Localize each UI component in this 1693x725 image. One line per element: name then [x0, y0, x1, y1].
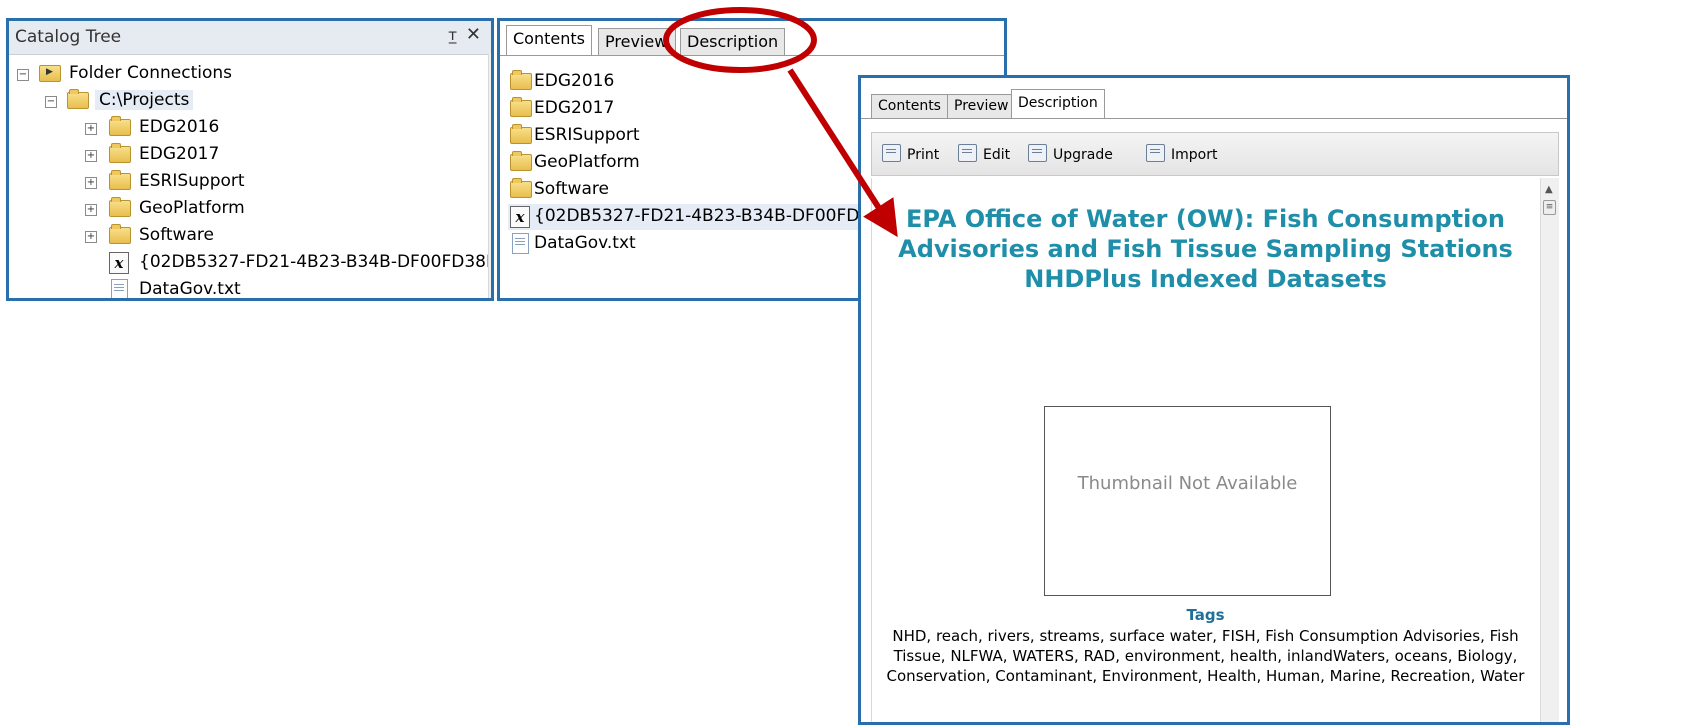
pin-icon[interactable]: ᴛ̲: [448, 26, 457, 44]
import-icon: [1146, 144, 1165, 162]
tab-preview[interactable]: Preview: [947, 94, 1016, 118]
edit-label: Edit: [983, 147, 1011, 163]
tree-item-label: GeoPlatform: [139, 198, 245, 218]
import-label: Import: [1171, 147, 1218, 163]
close-icon[interactable]: ✕: [466, 24, 481, 45]
expand-icon[interactable]: +: [85, 231, 97, 243]
tab-description[interactable]: Description: [680, 28, 786, 55]
tree-item-label: DataGov.txt: [139, 279, 241, 299]
xml-file-icon: x: [510, 206, 530, 228]
expand-icon[interactable]: +: [85, 150, 97, 162]
folder-icon: [109, 143, 131, 163]
list-item-label: EDG2016: [534, 71, 615, 91]
thumbnail-text: Thumbnail Not Available: [1077, 473, 1298, 494]
tree-item-label: C:\Projects: [95, 90, 194, 110]
tree-item-label: Folder Connections: [69, 63, 232, 83]
print-button[interactable]: Print: [882, 144, 939, 163]
tree-item-esrisupport[interactable]: + ESRISupport: [13, 169, 483, 195]
tree-item-folder-connections[interactable]: − Folder Connections: [13, 61, 483, 87]
folder-icon: [510, 124, 532, 144]
catalog-tree-panel: Catalog Tree ᴛ̲ ✕ − Folder Connections −…: [6, 18, 494, 301]
tree-item-edg2016[interactable]: + EDG2016: [13, 115, 483, 141]
tree-item-label: EDG2017: [139, 144, 220, 164]
tree-item-label: {02DB5327-FD21-4B23-B34B-DF00FD38E: [139, 252, 494, 272]
list-item-label: {02DB5327-FD21-4B23-B34B-DF00FD: [534, 206, 860, 226]
collapse-icon[interactable]: −: [17, 69, 29, 81]
text-file-icon: [512, 233, 529, 254]
list-item-label: Software: [534, 179, 609, 199]
open-folder-icon: [67, 89, 89, 109]
folder-icon: [510, 97, 532, 117]
edit-button[interactable]: Edit: [958, 144, 1010, 163]
upgrade-icon: [1028, 144, 1047, 162]
folder-icon: [510, 178, 532, 198]
dataset-title: EPA Office of Water (OW): Fish Consumpti…: [898, 205, 1513, 293]
tab-contents[interactable]: Contents: [506, 25, 592, 56]
description-panel: Contents Preview Description Print Edit …: [858, 75, 1570, 725]
description-content: EPA Office of Water (OW): Fish Consumpti…: [871, 178, 1539, 722]
expand-icon[interactable]: +: [85, 123, 97, 135]
folder-icon: [510, 70, 532, 90]
catalog-tree-header: Catalog Tree ᴛ̲ ✕: [9, 21, 491, 55]
list-item-label: ESRISupport: [534, 125, 640, 145]
tree-item-label: EDG2016: [139, 117, 220, 137]
tree-item-label: Software: [139, 225, 214, 245]
text-file-icon: [111, 279, 128, 298]
list-item-label: GeoPlatform: [534, 152, 640, 172]
import-button[interactable]: Import: [1146, 144, 1217, 163]
list-item-label: DataGov.txt: [534, 233, 636, 253]
tree-item-edg2017[interactable]: + EDG2017: [13, 142, 483, 168]
folder-icon: [109, 197, 131, 217]
expand-icon[interactable]: +: [85, 204, 97, 216]
collapse-icon[interactable]: −: [45, 96, 57, 108]
upgrade-label: Upgrade: [1053, 147, 1113, 163]
tab-divider: [861, 118, 1567, 119]
folder-connection-icon: [39, 65, 61, 82]
description-toolbar: Print Edit Upgrade Import: [871, 132, 1559, 176]
tab-description[interactable]: Description: [1011, 89, 1105, 119]
tree-item-software[interactable]: + Software: [13, 223, 483, 249]
tab-preview[interactable]: Preview: [598, 28, 676, 55]
print-label: Print: [907, 147, 940, 163]
list-item-label: EDG2017: [534, 98, 615, 118]
tree-item-xml-metadata[interactable]: x {02DB5327-FD21-4B23-B34B-DF00FD38E: [13, 250, 491, 276]
tags-list: NHD, reach, rivers, streams, surface wat…: [886, 627, 1525, 685]
folder-icon: [109, 224, 131, 244]
upgrade-button[interactable]: Upgrade: [1028, 144, 1113, 163]
tree-item-geoplatform[interactable]: + GeoPlatform: [13, 196, 483, 222]
scroll-thumb[interactable]: ≡: [1543, 200, 1556, 215]
tags-heading: Tags: [1186, 606, 1225, 624]
edit-icon: [958, 144, 977, 162]
tab-divider: [500, 55, 1004, 56]
vertical-scrollbar[interactable]: [488, 54, 491, 298]
folder-icon: [109, 116, 131, 136]
scroll-up-icon[interactable]: ▲: [1545, 184, 1553, 195]
tree-item-label: ESRISupport: [139, 171, 245, 191]
tree-item-c-projects[interactable]: − C:\Projects: [13, 88, 483, 114]
folder-icon: [109, 170, 131, 190]
xml-file-icon: x: [109, 252, 129, 274]
print-icon: [882, 144, 901, 162]
vertical-scrollbar[interactable]: ▲ ≡: [1540, 178, 1559, 722]
tree-item-datagov-txt[interactable]: DataGov.txt: [13, 277, 483, 299]
tab-contents[interactable]: Contents: [871, 94, 948, 118]
catalog-tree-title: Catalog Tree: [15, 27, 122, 47]
folder-icon: [510, 151, 532, 171]
thumbnail-placeholder: Thumbnail Not Available: [1044, 406, 1331, 596]
expand-icon[interactable]: +: [85, 177, 97, 189]
